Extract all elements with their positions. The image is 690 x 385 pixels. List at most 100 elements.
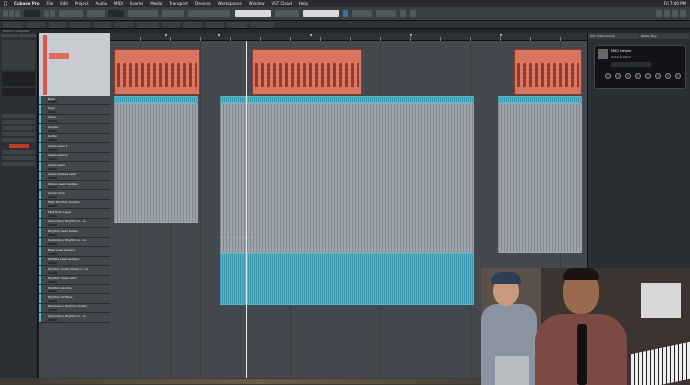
track-row[interactable]: Rhythm Lead Guitar [39, 228, 110, 238]
track-row[interactable]: Secondary Rhythm G...rs [39, 313, 110, 323]
track-controls[interactable] [48, 101, 57, 104]
track-row[interactable]: Secondary Rhythm G...rs [39, 218, 110, 229]
menu-window[interactable]: Window [249, 1, 265, 6]
ruler-marker[interactable] [500, 34, 502, 37]
toolbar-button[interactable] [3, 10, 8, 17]
quick-control-knob[interactable] [665, 73, 671, 79]
track-controls[interactable] [48, 262, 57, 265]
track-record-button[interactable] [49, 53, 69, 59]
track-row[interactable]: Bass Lead Guitars [39, 247, 110, 257]
plugin-preset[interactable]: Default Patch [611, 55, 631, 59]
toolbar-button[interactable] [275, 10, 299, 17]
track-row[interactable]: Guitar Solo [39, 190, 110, 200]
audio-event[interactable] [220, 96, 474, 103]
track-controls[interactable] [48, 214, 57, 217]
track-controls[interactable] [48, 167, 57, 170]
menu-scores[interactable]: Scores [130, 1, 143, 6]
tool-button[interactable] [137, 22, 159, 28]
toolbar-button[interactable] [87, 10, 105, 17]
track-row[interactable]: Rhythm Clean Gtrs [39, 275, 110, 285]
tab-media-bay[interactable]: Media Bay [639, 33, 689, 39]
tool-button[interactable] [93, 22, 111, 28]
track-controls[interactable] [48, 139, 57, 142]
track-controls[interactable] [48, 271, 57, 274]
inspector-tab[interactable] [19, 34, 36, 37]
track-controls[interactable] [48, 120, 57, 123]
toolbar-button[interactable] [24, 10, 40, 17]
track-controls[interactable] [48, 309, 57, 312]
track-row[interactable]: Kicks [39, 114, 110, 125]
midi-event[interactable] [252, 49, 362, 95]
audio-event[interactable] [498, 96, 582, 103]
vst-instrument-rack[interactable]: MIDI Helper Default Patch [594, 45, 686, 89]
quick-control-knob[interactable] [655, 73, 661, 79]
track-row[interactable]: Bass [39, 96, 110, 106]
apple-icon[interactable]:  [4, 1, 7, 7]
timeline-ruler[interactable] [110, 33, 587, 41]
track-controls[interactable] [48, 205, 57, 208]
track-row[interactable]: Rhythm All Gtrs [39, 285, 110, 295]
track-controls[interactable] [48, 148, 57, 151]
tool-button[interactable] [250, 22, 274, 28]
transport-display[interactable] [303, 10, 339, 17]
menu-audio[interactable]: Audio [96, 1, 107, 6]
tool-button[interactable] [162, 22, 180, 28]
toolbar-button[interactable] [59, 10, 83, 17]
toolbar-button[interactable] [664, 10, 670, 17]
inspector-row[interactable] [2, 150, 35, 154]
track-controls[interactable] [48, 280, 57, 283]
track-row[interactable]: Guitar [39, 133, 110, 144]
tool-button[interactable] [227, 22, 247, 28]
quick-control-knob[interactable] [615, 73, 621, 79]
track-controls[interactable] [48, 110, 57, 113]
quick-control-knob[interactable] [675, 73, 681, 79]
track-controls[interactable] [48, 318, 57, 321]
audio-event[interactable] [220, 253, 474, 305]
toolbar-button[interactable] [376, 10, 396, 17]
toolbar-button[interactable] [50, 10, 55, 17]
menu-edit[interactable]: Edit [60, 1, 68, 6]
audio-event[interactable] [114, 103, 198, 223]
midi-event[interactable] [114, 49, 200, 95]
track-row[interactable]: Main Rhythm Guitars [39, 199, 110, 210]
toolbar-button[interactable] [400, 10, 406, 17]
toolbar-button[interactable] [672, 10, 678, 17]
tool-button[interactable] [49, 22, 67, 28]
ruler-marker[interactable] [410, 34, 412, 37]
tool-button[interactable] [26, 22, 46, 28]
menu-transport[interactable]: Transport [169, 1, 188, 6]
quick-control-knob[interactable] [605, 73, 611, 79]
inspector-tab[interactable] [1, 34, 18, 37]
inspector-row-active[interactable] [9, 144, 29, 148]
project-cursor[interactable] [246, 41, 247, 378]
menu-file[interactable]: File [47, 1, 54, 6]
inspector-row[interactable] [2, 120, 35, 124]
menu-media[interactable]: Media [150, 1, 162, 6]
tab-vst-instruments[interactable]: VST Instruments [588, 33, 638, 39]
menu-vst-cloud[interactable]: VST Cloud [272, 1, 292, 6]
menu-devices[interactable]: Devices [195, 1, 211, 6]
inspector-row[interactable] [2, 156, 35, 160]
selected-track-header[interactable] [39, 33, 110, 96]
dock-icons[interactable] [40, 379, 480, 384]
inspector-row[interactable] [2, 126, 35, 130]
toolbar-button[interactable] [188, 10, 230, 17]
quick-control-knob[interactable] [625, 73, 631, 79]
track-row[interactable]: Fast Rock Layer [39, 209, 110, 219]
ruler-marker[interactable] [310, 34, 312, 37]
toolbar-button[interactable] [128, 10, 158, 17]
menu-help[interactable]: Help [299, 1, 308, 6]
inspector-row[interactable] [2, 138, 35, 142]
track-controls[interactable] [48, 290, 57, 293]
quick-control-knob[interactable] [645, 73, 651, 79]
track-row[interactable]: Secondary Rhythm G...rs [39, 237, 110, 248]
transport-display[interactable] [235, 10, 271, 17]
track-controls[interactable] [48, 224, 57, 227]
track-controls[interactable] [48, 252, 57, 255]
preset-selector[interactable] [611, 62, 651, 67]
audio-event[interactable] [220, 237, 256, 253]
ruler-marker[interactable] [165, 34, 167, 37]
track-controls[interactable] [48, 186, 57, 189]
quick-control-knob[interactable] [635, 73, 641, 79]
menu-app[interactable]: Cubase Pro [14, 1, 39, 6]
